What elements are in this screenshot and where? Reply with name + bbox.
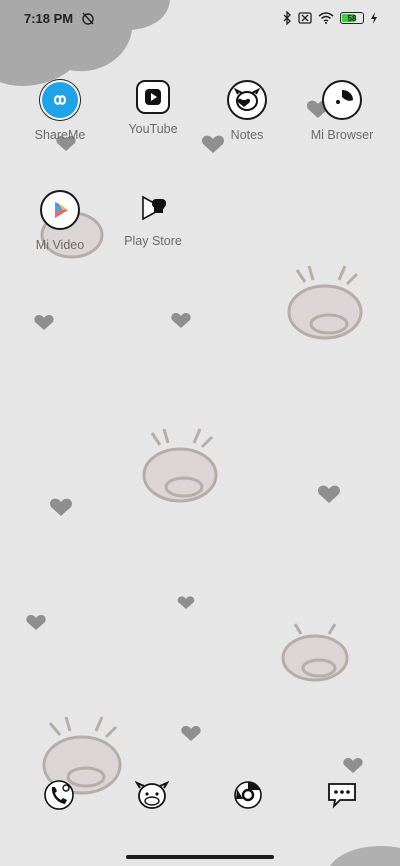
wifi-icon <box>318 12 334 24</box>
shareme-icon[interactable] <box>40 80 80 120</box>
mi-browser-icon[interactable] <box>322 80 362 120</box>
deer-doodles <box>40 211 363 795</box>
app-play-store[interactable]: Play Store <box>108 190 198 248</box>
app-mi-browser[interactable]: Mi Browser <box>297 80 387 142</box>
messaging-cow-icon[interactable] <box>135 779 169 811</box>
charging-icon <box>371 12 377 24</box>
dock-phone[interactable] <box>41 777 77 813</box>
chrome-icon[interactable] <box>233 780 263 810</box>
app-notes[interactable]: Notes <box>202 80 292 142</box>
app-label: Notes <box>230 128 264 142</box>
play-store-icon[interactable] <box>135 190 171 226</box>
app-label: Mi Video <box>35 238 85 252</box>
app-label: ShareMe <box>34 128 86 142</box>
status-right: 58 <box>282 11 378 25</box>
dock-chrome[interactable] <box>230 777 266 813</box>
app-shareme[interactable]: ShareMe <box>15 80 105 142</box>
status-left: 7:18 PM <box>24 11 95 26</box>
dock-chat[interactable] <box>324 777 360 813</box>
phone-icon[interactable] <box>43 779 75 811</box>
app-label: YouTube <box>128 122 178 136</box>
battery-icon: 58 <box>340 12 364 24</box>
dock-messaging[interactable] <box>134 777 170 813</box>
app-label: Mi Browser <box>310 128 374 142</box>
app-label: Play Store <box>124 234 182 248</box>
battery-level: 58 <box>347 13 357 23</box>
youtube-icon[interactable] <box>136 80 170 114</box>
home-indicator[interactable] <box>126 855 274 859</box>
chat-icon[interactable] <box>326 780 358 810</box>
alarm-off-icon <box>82 12 94 25</box>
mi-video-icon[interactable] <box>40 190 80 230</box>
bluetooth-icon <box>283 11 291 25</box>
clock: 7:18 PM <box>24 10 74 26</box>
sim-off-icon <box>298 12 312 24</box>
app-youtube[interactable]: YouTube <box>108 80 198 136</box>
notes-icon[interactable] <box>227 80 267 120</box>
app-mi-video[interactable]: Mi Video <box>15 190 105 252</box>
status-bar: 7:18 PM 58 <box>0 0 400 36</box>
